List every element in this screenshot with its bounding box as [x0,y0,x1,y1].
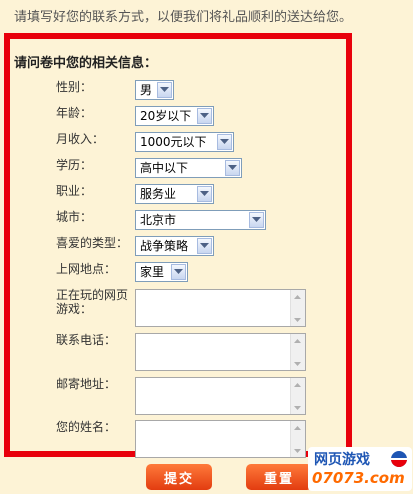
chevron-down-icon [197,108,212,124]
city-label: 城市： [56,210,93,224]
education-label: 学历： [56,158,93,172]
chevron-down-icon [197,238,212,254]
city-select[interactable]: 北京市 [135,210,266,230]
scroll-up-icon[interactable] [291,334,304,347]
age-select-value: 20岁以下 [140,109,192,123]
scrollbar[interactable] [290,290,305,326]
scroll-up-icon[interactable] [291,290,304,303]
intro-text: 请填写好您的联系方式，以便我们将礼品顺利的送达给您。 [14,10,353,25]
chevron-down-icon [217,134,232,150]
ball-icon [390,450,408,472]
age-label: 年龄： [56,106,93,120]
location-select[interactable]: 家里 [135,262,188,282]
playing-games-label: 正在玩的网页 [56,288,129,302]
playing-games-textarea[interactable] [135,289,306,327]
age-select[interactable]: 20岁以下 [135,106,214,126]
name-label: 您的姓名： [56,420,117,434]
chevron-down-icon [225,160,240,176]
scrollbar[interactable] [290,378,305,414]
chevron-down-icon [171,264,186,280]
job-select[interactable]: 服务业 [135,184,214,204]
education-select-value: 高中以下 [140,161,189,175]
address-textarea[interactable] [135,377,306,415]
playing-games-label-2: 游戏： [56,302,93,316]
scroll-down-icon[interactable] [291,401,304,414]
chevron-down-icon [197,186,212,202]
genre-select-value: 战争策略 [140,239,189,253]
scroll-down-icon[interactable] [291,313,304,326]
income-label: 月收入： [56,132,105,146]
gender-label: 性别： [56,80,93,94]
chevron-down-icon [157,82,172,98]
reset-button[interactable]: 重置 [246,464,312,490]
scrollbar[interactable] [290,421,305,457]
form-title: 请问卷中您的相关信息： [14,56,158,71]
city-select-value: 北京市 [140,213,177,227]
scroll-up-icon[interactable] [291,421,304,434]
income-select-value: 1000元以下 [140,135,207,149]
scroll-down-icon[interactable] [291,357,304,370]
location-label: 上网地点： [56,262,117,276]
location-select-value: 家里 [140,265,165,279]
scroll-up-icon[interactable] [291,378,304,391]
phone-label: 联系电话： [56,333,117,347]
gender-select[interactable]: 男 [135,80,174,100]
logo-text-top: 网页游戏 [314,452,370,468]
job-label: 职业： [56,184,93,198]
income-select[interactable]: 1000元以下 [135,132,234,152]
address-label: 邮寄地址： [56,377,117,391]
scroll-down-icon[interactable] [291,444,304,457]
site-logo: 网页游戏 07073.com [308,447,412,491]
name-textarea[interactable] [135,420,306,458]
education-select[interactable]: 高中以下 [135,158,242,178]
genre-select[interactable]: 战争策略 [135,236,214,256]
gender-select-value: 男 [140,83,153,97]
survey-form-frame: 请问卷中您的相关信息： 性别： 男 年龄： 20岁以下 月收入： 1000元以下… [4,33,352,458]
chevron-down-icon [249,212,264,228]
scrollbar[interactable] [290,334,305,370]
phone-textarea[interactable] [135,333,306,371]
submit-button[interactable]: 提交 [146,464,212,490]
genre-label: 喜爱的类型： [56,236,129,250]
job-select-value: 服务业 [140,187,177,201]
